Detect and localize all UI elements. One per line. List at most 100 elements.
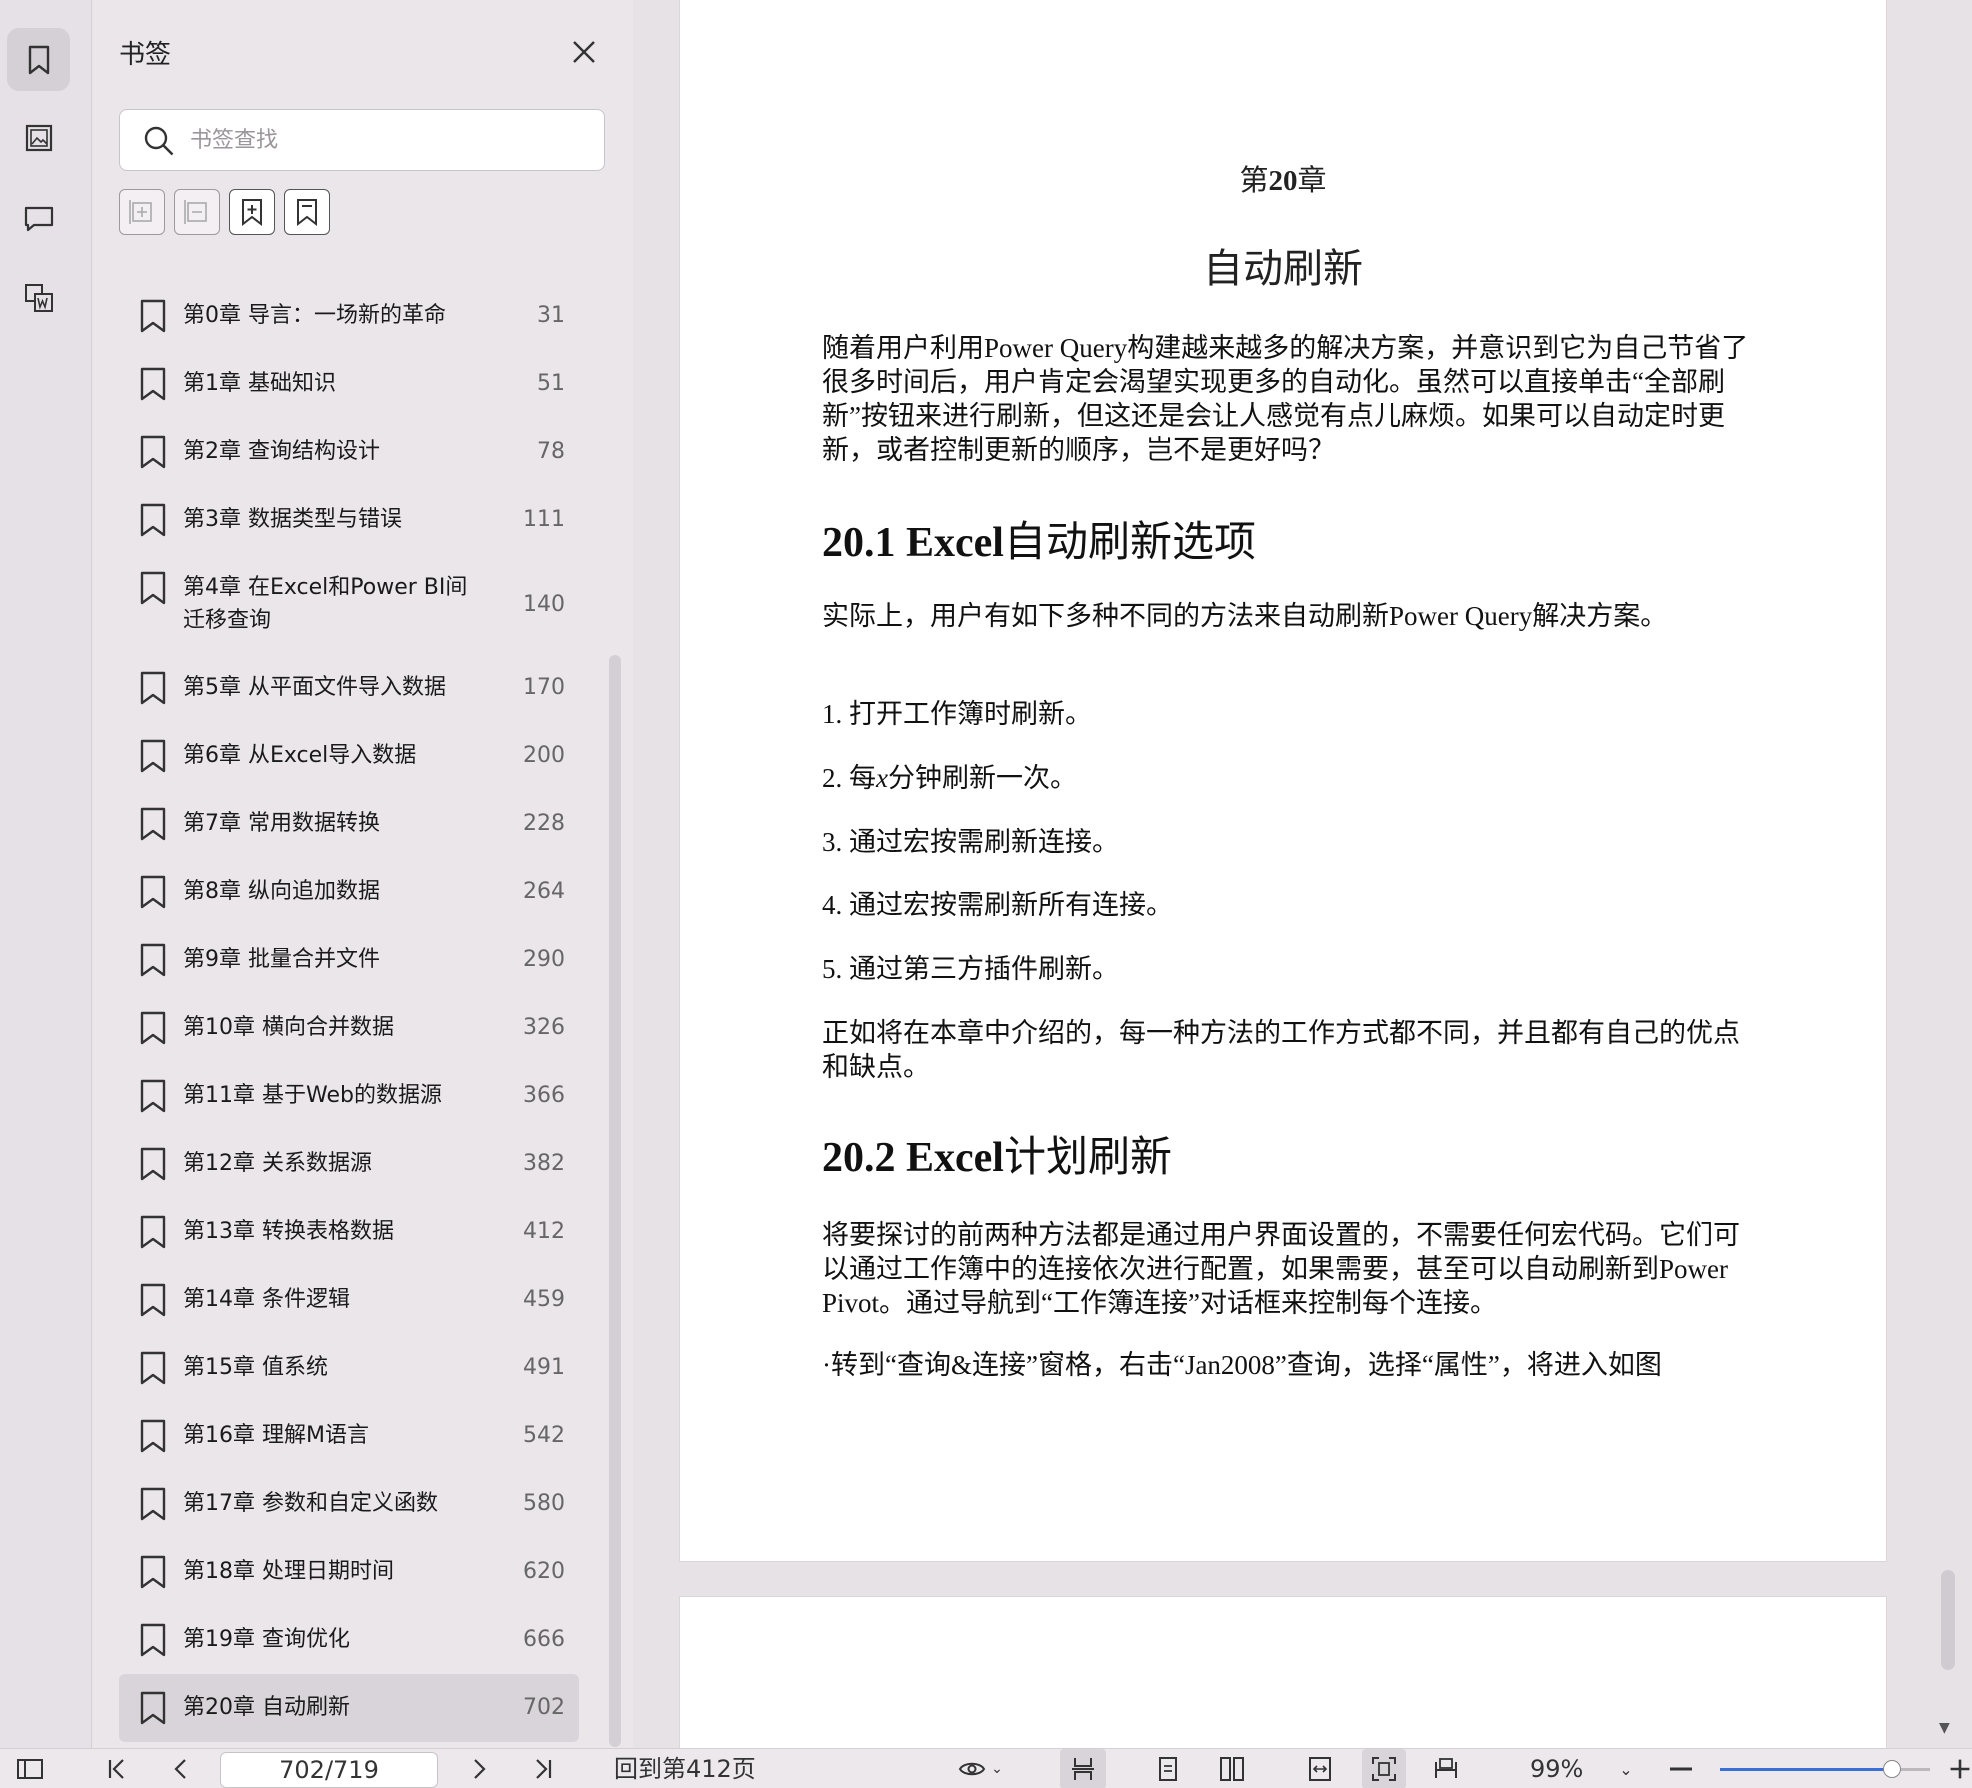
bookmark-label: 第8章 纵向追加数据 [183,879,380,904]
bookmark-icon [140,367,166,401]
two-page-icon [1220,1757,1244,1781]
bookmark-icon [140,739,166,773]
bookmark-page-number: 78 [537,439,565,464]
next-page-button[interactable] [462,1749,496,1788]
bookmark-item[interactable]: 第1章 基础知识 51 [119,350,579,418]
bookmark-page-number: 31 [537,303,565,328]
bookmark-page-number: 459 [523,1287,565,1312]
bookmark-label: 第19章 查询优化 [183,1627,350,1652]
bookmark-item[interactable]: 第18章 处理日期时间 620 [119,1538,579,1606]
list-item-3: 3. 通过宏按需刷新连接。 [822,827,1119,857]
list-item-4: 4. 通过宏按需刷新所有连接。 [822,890,1173,920]
toggle-sidebar-button[interactable] [12,1749,48,1788]
chapter-title: 自动刷新 [1203,246,1363,291]
bookmark-label: 第11章 基于Web的数据源 [183,1083,442,1108]
panel-scrollbar[interactable] [609,655,621,1747]
close-icon[interactable] [568,36,600,68]
bookmark-item[interactable]: 第10章 横向合并数据 326 [119,994,579,1062]
single-page-icon [1159,1757,1177,1781]
actual-size-icon [1435,1758,1457,1778]
bookmark-item[interactable]: 第13章 转换表格数据 412 [119,1198,579,1266]
bookmark-item[interactable]: 第6章 从Excel导入数据 200 [119,722,579,790]
bookmark-icon [140,1691,166,1725]
bookmark-icon [140,1011,166,1045]
last-page-icon [536,1759,552,1779]
bookmark-item[interactable]: 第9章 批量合并文件 290 [119,926,579,994]
bookmark-item[interactable]: 第12章 关系数据源 382 [119,1130,579,1198]
bookmark-icon [28,45,49,74]
scroll-down-icon[interactable]: ▼ [1939,1720,1950,1736]
bookmark-page-number: 290 [523,947,565,972]
convert-tab-button[interactable] [7,266,70,329]
zoom-slider-handle[interactable] [1883,1760,1902,1778]
bookmark-item[interactable]: 第5章 从平面文件导入数据 170 [119,654,579,722]
panel-title: 书签 [119,40,172,70]
bookmark-item[interactable]: 第3章 数据类型与错误 111 [119,486,579,554]
side-rail [0,0,92,1748]
add-bookmark-icon [242,199,262,227]
bookmark-item[interactable]: 第2章 查询结构设计 78 [119,418,579,486]
bookmark-page-number: 542 [523,1423,565,1448]
thumbnail-tab-button[interactable] [7,106,70,169]
bookmark-icon [140,807,166,841]
bookmark-search-input[interactable] [190,120,590,160]
bookmark-item[interactable]: 第20章 自动刷新 702 [119,1674,579,1742]
add-bookmark-button[interactable] [229,189,275,235]
first-page-button[interactable] [100,1749,134,1788]
bookmark-label: 第13章 转换表格数据 [183,1219,394,1244]
section-heading-1: 20.1 Excel自动刷新选项 [822,520,1256,566]
back-to-page-link[interactable]: 回到第412页 [614,1749,756,1788]
bookmark-page-number: 412 [523,1219,565,1244]
continuous-scroll-button[interactable] [1060,1749,1106,1788]
two-page-button[interactable] [1212,1749,1252,1788]
bookmark-page-number: 111 [523,507,565,532]
fit-width-button[interactable] [1300,1749,1340,1788]
comment-tab-button[interactable] [7,186,70,249]
continuous-scroll-icon [1072,1758,1094,1780]
page-number-input[interactable]: 702/719 [220,1752,438,1788]
last-page-button[interactable] [526,1749,560,1788]
actual-size-button[interactable] [1426,1749,1466,1788]
fit-width-icon [1309,1757,1331,1781]
zoom-out-button[interactable] [1664,1749,1698,1788]
bookmark-page-number: 491 [523,1355,565,1380]
bookmark-item[interactable]: 第15章 值系统 491 [119,1334,579,1402]
list-item-1: 1. 打开工作簿时刷新。 [822,699,1092,729]
zoom-dropdown-button[interactable]: ⌄ [1612,1749,1640,1788]
bookmark-page-number: 702 [523,1695,565,1720]
single-page-button[interactable] [1148,1749,1188,1788]
collapse-all-button[interactable] [174,189,220,235]
previous-page-button[interactable] [164,1749,198,1788]
bookmark-item[interactable]: 第14章 条件逻辑 459 [119,1266,579,1334]
expand-all-button[interactable] [119,189,165,235]
bookmark-item[interactable]: 第16章 理解M语言 542 [119,1402,579,1470]
bookmark-toolbar [119,189,330,235]
fit-page-button[interactable] [1362,1749,1406,1788]
bookmark-item[interactable]: 第11章 基于Web的数据源 366 [119,1062,579,1130]
bookmark-label: 第9章 批量合并文件 [183,947,380,972]
eye-icon [958,1762,986,1776]
bookmark-label: 第17章 参数和自定义函数 [183,1491,438,1516]
bookmark-item[interactable]: 第0章 导言：一场新的革命 31 [119,282,579,350]
bookmark-item[interactable]: 第4章 在Excel和Power BI间迁移查询 140 [119,554,579,654]
view-mode-button[interactable]: ⌄ [950,1749,1010,1788]
bookmark-tab-button[interactable] [7,28,70,91]
bookmark-options-button[interactable] [284,189,330,235]
document-scrollbar[interactable] [1941,1570,1955,1670]
bookmark-page-number: 666 [523,1627,565,1652]
document-view[interactable]: 第20章 自动刷新 随着用户利用Power Query构建越来越多的解决方案，并… [633,0,1972,1756]
bookmark-item[interactable]: 第17章 参数和自定义函数 580 [119,1470,579,1538]
bookmark-item[interactable]: 第7章 常用数据转换 228 [119,790,579,858]
bookmark-item[interactable]: 第19章 查询优化 666 [119,1606,579,1674]
bookmark-label: 第18章 处理日期时间 [183,1559,394,1584]
zoom-in-button[interactable] [1948,1749,1972,1788]
bookmark-icon [140,1419,166,1453]
zoom-level[interactable]: 99% [1530,1749,1583,1788]
bookmark-icon [140,571,166,605]
section-heading-2: 20.2 Excel计划刷新 [822,1135,1172,1181]
bookmark-item[interactable]: 第8章 纵向追加数据 264 [119,858,579,926]
bookmark-panel: 书签 第0章 导言：一场新的革命 31 第1章 基础知识 51 第2章 查询结构设计 78… [93,0,633,1748]
bookmark-label: 第5章 从平面文件导入数据 [183,675,446,700]
sidebar-toggle-icon [17,1759,43,1779]
bookmark-label: 第16章 理解M语言 [183,1423,369,1448]
